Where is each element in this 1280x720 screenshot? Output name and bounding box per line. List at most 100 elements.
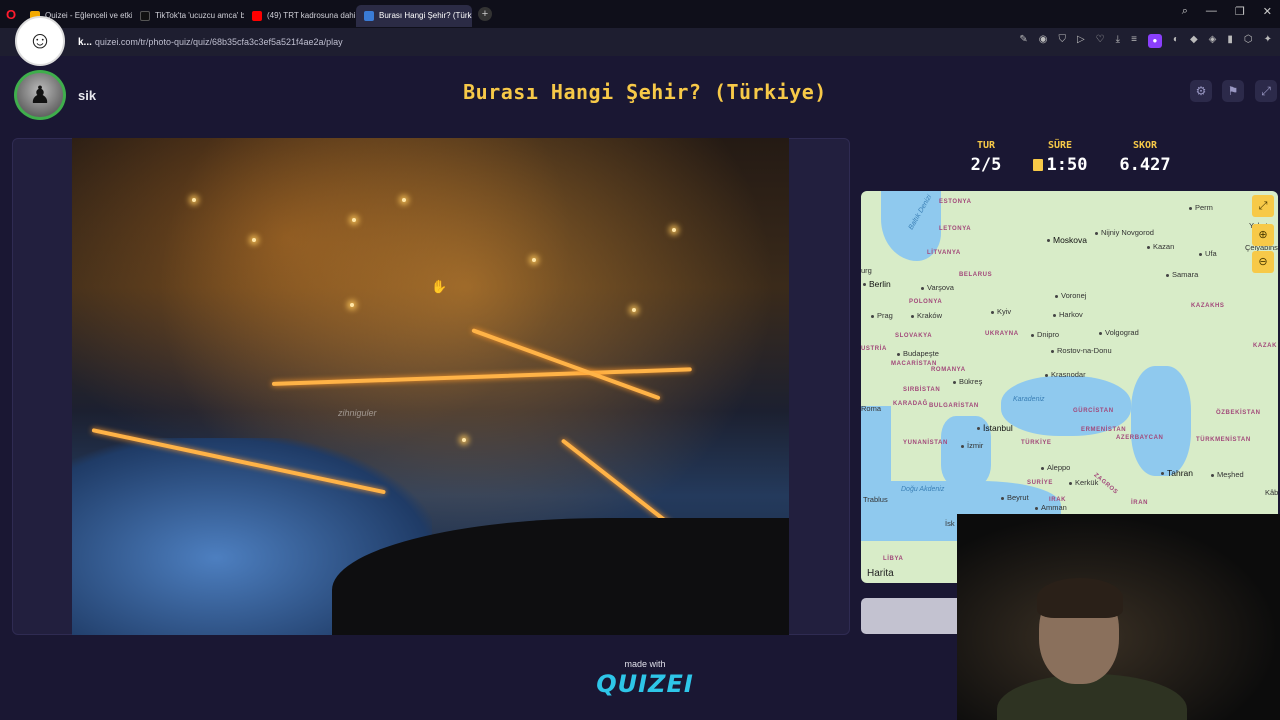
tab-label: (49) TRT kadrosuna dahil: [267, 11, 356, 20]
minimize-icon[interactable]: —: [1206, 5, 1217, 18]
map-label: KAZAK: [1253, 343, 1277, 349]
map-label: USTRİA: [861, 346, 887, 352]
map-label: Nijniy Novgorod: [1095, 228, 1154, 237]
map-label: Kâb: [1265, 488, 1278, 497]
map-label: ESTONYA: [939, 199, 972, 205]
webcam-overlay: [957, 514, 1280, 720]
map-label: Ufa: [1199, 249, 1217, 258]
download-icon[interactable]: ⤓: [1116, 34, 1120, 48]
photo-light: [192, 198, 196, 202]
map-label: İzmir: [961, 441, 983, 450]
url-text: quizei.com/tr/photo-quiz/quiz/68b35cfa3c…: [94, 36, 343, 47]
map-label: Roma: [861, 404, 882, 413]
report-flag-icon[interactable]: ⚑: [1222, 80, 1244, 102]
map-label: SIRBİSTAN: [903, 387, 941, 393]
profile-icon[interactable]: ●: [1147, 34, 1162, 48]
play-icon[interactable]: ▷: [1077, 34, 1085, 48]
map-label: LİBYA: [883, 556, 904, 562]
caspian-sea: [1131, 366, 1191, 476]
new-tab-button[interactable]: +: [478, 7, 492, 21]
round-label: TUR: [976, 140, 996, 151]
edit-icon[interactable]: ✎: [1019, 34, 1027, 48]
settings-gear-icon[interactable]: ⚙: [1190, 80, 1212, 102]
map-label: Bükreş: [953, 377, 982, 386]
close-icon[interactable]: ✕: [1263, 5, 1272, 18]
score-label: SKOR: [1132, 140, 1158, 151]
camera-icon[interactable]: ◉: [1039, 34, 1048, 48]
shield-icon[interactable]: ⛉: [1058, 34, 1066, 48]
map-label: İRAN: [1131, 500, 1149, 506]
browser-tab-active[interactable]: Burası Hangi Şehir? (Türk: [356, 4, 472, 27]
score-value: 6.427: [1119, 155, 1171, 175]
zoom-in-icon[interactable]: ⊕: [1252, 224, 1274, 246]
photo-light: [350, 303, 354, 307]
photo-light: [462, 438, 466, 442]
map-expand-icon[interactable]: ⤢: [1252, 195, 1274, 217]
map-label: İstanbul: [977, 423, 1013, 433]
extension-icon[interactable]: ⬡: [1244, 34, 1253, 48]
search-icon[interactable]: ⌕: [1182, 5, 1188, 18]
map-label: Perm: [1189, 203, 1213, 212]
map-label: Voronej: [1055, 291, 1086, 300]
map-label: Beyrut: [1001, 493, 1029, 502]
extension-icon[interactable]: ◆: [1190, 34, 1198, 48]
map-label: Kraków: [911, 311, 942, 320]
map-label: ERMENİSTAN: [1081, 427, 1127, 433]
map-label: ÖZBEKİSTAN: [1216, 410, 1261, 416]
page-title: Burası Hangi Şehir? (Türkiye): [463, 80, 827, 104]
map-label: SURİYE: [1027, 480, 1053, 486]
browser-tab[interactable]: (49) TRT kadrosuna dahil: [244, 5, 356, 27]
browser-tab[interactable]: TikTok'ta 'ucuzcu amca' b: [132, 5, 244, 27]
extension-icon[interactable]: ▮: [1227, 34, 1233, 48]
map-label: urg: [861, 266, 872, 275]
map-label: YUNANİSTAN: [903, 440, 948, 446]
browser-tab-bar: O Quizei - Eğlenceli ve etkile TikTok'ta…: [0, 0, 1280, 28]
menu-icon[interactable]: ≡: [1131, 34, 1137, 48]
time-label: SÜRE: [1047, 140, 1073, 151]
window-controls: ⌕ — ❐ ✕: [1182, 5, 1272, 18]
map-label: UKRAYNA: [985, 331, 1019, 337]
maximize-icon[interactable]: ❐: [1235, 5, 1245, 18]
opera-logo-icon[interactable]: O: [0, 0, 22, 28]
map-label: İsk: [945, 519, 955, 528]
url-host: k...: [78, 36, 92, 48]
fullscreen-icon[interactable]: ⤢: [1255, 80, 1277, 102]
heart-icon[interactable]: ♡: [1096, 34, 1105, 48]
url-field[interactable]: k... quizei.com/tr/photo-quiz/quiz/68b35c…: [78, 37, 343, 48]
map-label: TÜRKİYE: [1021, 440, 1052, 446]
map-label: Prag: [871, 311, 893, 320]
photo-road: [471, 328, 661, 401]
photo-light: [352, 218, 356, 222]
map-label: KAZAKHS: [1191, 303, 1225, 309]
map-label: TÜRKMENİSTAN: [1196, 437, 1251, 443]
map-label: Harkov: [1053, 310, 1083, 319]
screen: O Quizei - Eğlenceli ve etkile TikTok'ta…: [0, 0, 1280, 720]
map-label: ROMANYA: [931, 367, 966, 373]
map-label: Trablus: [863, 495, 888, 504]
time-stat: SÜRE 1:50: [1028, 140, 1092, 175]
tab-label: TikTok'ta 'ucuzcu amca' b: [155, 11, 244, 20]
zoom-out-icon[interactable]: ⊖: [1252, 251, 1274, 273]
round-stat: TUR 2/5: [966, 140, 1006, 175]
timer-icon: [1032, 159, 1043, 171]
map-label: Varşova: [921, 283, 954, 292]
map-label: Volgograd: [1099, 328, 1139, 337]
quiz-photo: zihniguler: [72, 138, 789, 635]
extension-icon[interactable]: ◈: [1209, 34, 1217, 48]
webcam-person-hair: [1037, 578, 1123, 618]
map-label: KARADAĞ: [893, 401, 928, 407]
round-value: 2/5: [970, 155, 1002, 175]
map-label: Amman: [1035, 503, 1067, 512]
map-attribution-text: Harita: [867, 568, 894, 579]
tab-favicon-icon: [252, 10, 262, 21]
map-label: Kyiv: [991, 307, 1011, 316]
extensions-puzzle-icon[interactable]: ✦: [1264, 34, 1272, 48]
time-display: 1:50: [1028, 155, 1092, 175]
tab-label: Burası Hangi Şehir? (Türk: [379, 11, 472, 20]
map-label: GÜRCİSTAN: [1073, 408, 1114, 414]
map-label: LİTVANYA: [927, 250, 961, 256]
map-label: Aleppo: [1041, 463, 1070, 472]
map-label: Doğu Akdeniz: [901, 486, 945, 493]
extension-icon[interactable]: ◐: [1173, 34, 1179, 48]
map-label: MACARİSTAN: [891, 361, 937, 367]
